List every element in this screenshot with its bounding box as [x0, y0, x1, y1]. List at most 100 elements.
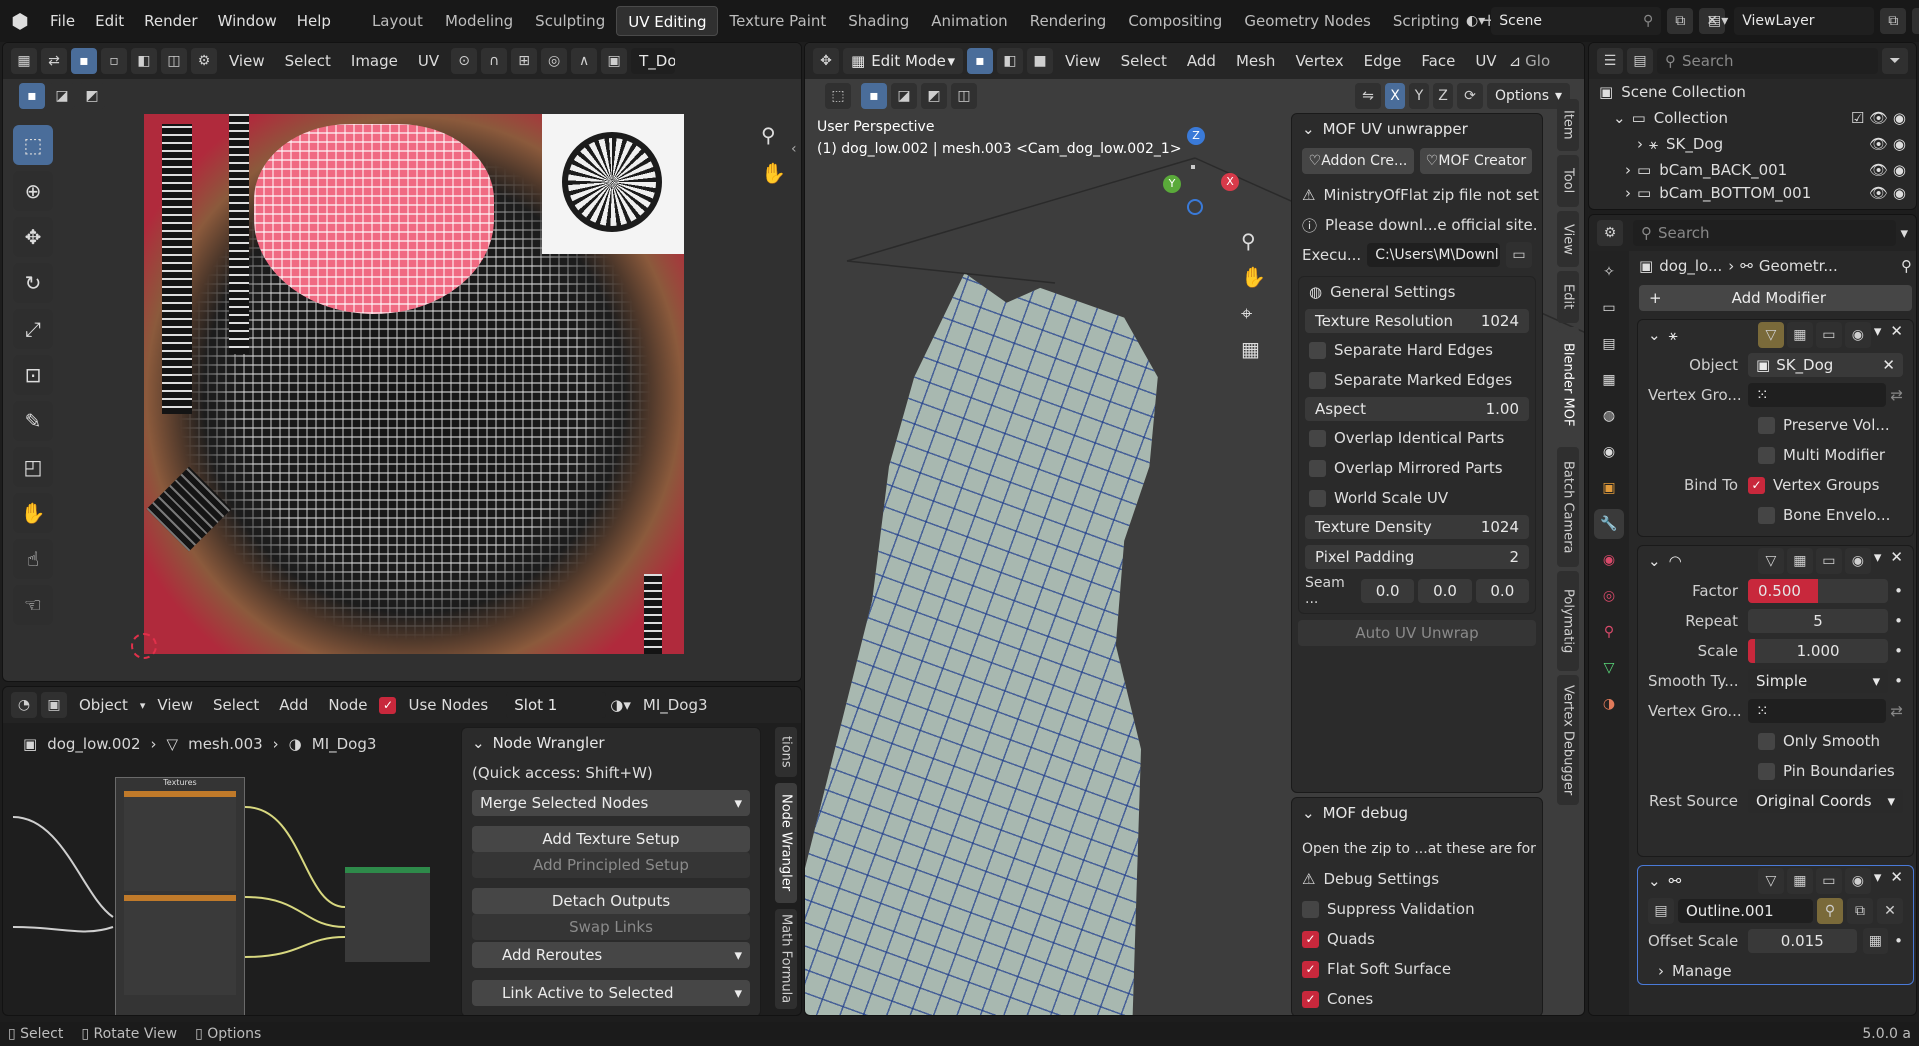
invert-icon-2[interactable]: ⇄	[1890, 702, 1903, 720]
smooth-modifier-header[interactable]: ⌄ ◠ ▽ ▦ ▭ ◉ ▾ ✕	[1638, 546, 1913, 576]
vp-grid-icon[interactable]: ▦	[1241, 337, 1260, 361]
gizmo-y-icon[interactable]: Y	[1163, 175, 1181, 193]
visibility-icon-2[interactable]: 👁 ◉	[1869, 161, 1906, 179]
face-select-icon[interactable]: ◧	[131, 48, 157, 74]
repeat-field[interactable]: 5	[1748, 609, 1889, 633]
outliner-row-bcam-back[interactable]: › ▭ bCam_BACK_001 👁 ◉	[1589, 157, 1916, 183]
node-menu-select[interactable]: Select	[205, 696, 267, 714]
tab-scripting[interactable]: Scripting	[1382, 6, 1471, 36]
bone-envelopes-checkbox[interactable]	[1758, 506, 1775, 524]
transform-tool-icon[interactable]: ⊡	[13, 355, 53, 395]
new-scene-icon[interactable]: ⧉	[1667, 8, 1694, 34]
vertex-groups-checkbox[interactable]: ✓	[1748, 476, 1765, 494]
overlap-mirrored-checkbox[interactable]	[1309, 459, 1326, 477]
material-name[interactable]: MI_Dog3	[635, 696, 716, 714]
2d-cursor-icon[interactable]	[131, 633, 157, 659]
render-icon-2[interactable]: ◉	[1844, 548, 1871, 574]
material-tab-icon[interactable]: ◑	[1594, 689, 1624, 719]
bone-envelopes-row[interactable]: Bone Envelo...	[1638, 500, 1913, 530]
output-tab-icon[interactable]: ▤	[1594, 329, 1624, 359]
visibility-icon-3[interactable]: 👁 ◉	[1869, 184, 1906, 202]
detach-outputs-button[interactable]: Detach Outputs	[472, 888, 750, 914]
editmode-icon-2[interactable]: ▦	[1786, 548, 1813, 574]
edit-cage-icon-2[interactable]: ▽	[1757, 548, 1784, 574]
select-new-icon[interactable]: ▪	[19, 83, 45, 109]
edit-cage-icon[interactable]: ▽	[1757, 322, 1784, 348]
tab-texture-paint[interactable]: Texture Paint	[718, 6, 837, 36]
material-icon[interactable]: ◑▾	[610, 696, 631, 714]
use-nodes-checkbox[interactable]: ✓	[379, 696, 397, 714]
vp-camera-icon[interactable]: ⌖	[1241, 301, 1252, 325]
overlap-identical-row[interactable]: Overlap Identical Parts	[1299, 423, 1535, 453]
3d-viewport[interactable]: ✥ ▦ Edit Mode ▾ ▪ ◧ ■ View Select Add Mesh…	[804, 42, 1585, 1016]
image-name-field[interactable]: T_Dog	[631, 48, 676, 74]
new-viewlayer-icon[interactable]: ⧉	[1880, 8, 1907, 34]
geonodes-menu-icon[interactable]: ▾	[1874, 868, 1882, 894]
sidebar-toggle-icon[interactable]: ‹	[791, 141, 797, 157]
pivot-icon[interactable]: ⊙	[451, 48, 478, 74]
suppress-validation-row[interactable]: Suppress Validation	[1292, 894, 1542, 924]
vertex-select-icon[interactable]: ▪	[71, 48, 97, 74]
keyframe-dot-icon-3[interactable]: •	[1894, 642, 1903, 660]
add-reroutes-dropdown[interactable]: Add Reroutes ▾	[472, 942, 750, 968]
mof-creator-button[interactable]: ♡ MOF Creator	[1420, 148, 1532, 174]
swap-links-button[interactable]: Swap Links	[472, 914, 750, 940]
uv-texture-image[interactable]	[144, 114, 684, 654]
tab-batch-camera[interactable]: Batch Camera	[1557, 447, 1579, 567]
smooth-close-icon[interactable]: ✕	[1890, 548, 1903, 574]
node-group-browse-icon[interactable]: ▤	[1648, 898, 1674, 924]
realtime-icon-2[interactable]: ▭	[1815, 548, 1842, 574]
tab-view[interactable]: View	[1557, 211, 1579, 267]
add-principled-setup-button[interactable]: Add Principled Setup	[472, 852, 750, 878]
edge-select-icon[interactable]: ▫	[101, 48, 127, 74]
editmode-icon[interactable]: ▦	[1786, 322, 1813, 348]
scale-tool-icon[interactable]: ⤢	[13, 309, 53, 349]
scene-tab-icon[interactable]: ◍	[1594, 401, 1624, 431]
fake-user-icon[interactable]: ⚲	[1817, 898, 1843, 924]
delete-viewlayer-icon[interactable]: ✕	[1912, 8, 1919, 34]
uv-menu-image[interactable]: Image	[343, 52, 406, 70]
world-scale-uv-checkbox[interactable]	[1309, 489, 1326, 507]
cursor-tool-icon[interactable]: ⊕	[13, 171, 53, 211]
armature-modifier-header[interactable]: ⌄ ⚹ ▽ ▦ ▭ ◉ ▾ ✕	[1638, 320, 1913, 350]
gizmo-x-icon[interactable]: X	[1221, 173, 1239, 191]
gizmo-neg-z-icon[interactable]	[1187, 199, 1203, 215]
tab-node-wrangler[interactable]: Node Wrangler	[775, 783, 797, 903]
editor-type-icon[interactable]: ▦	[11, 48, 37, 74]
seam-x-field[interactable]: 0.0	[1361, 579, 1415, 603]
vp-zoom-icon[interactable]: ⚲	[1241, 229, 1256, 253]
bind-to-row[interactable]: Bind To ✓ Vertex Groups	[1638, 470, 1913, 500]
pin-icon[interactable]: ⚲	[1643, 13, 1653, 29]
scene-field[interactable]: Scene ⚲	[1491, 7, 1662, 35]
blender-logo-icon[interactable]: ⬢	[0, 9, 40, 33]
manage-row[interactable]: › Manage	[1638, 956, 1913, 986]
tab-sculpting[interactable]: Sculpting	[524, 6, 616, 36]
chevron-down-icon-2[interactable]: ▾	[1900, 224, 1908, 242]
tab-layout[interactable]: Layout	[361, 6, 434, 36]
tab-polymatig[interactable]: Polymatig	[1557, 571, 1579, 671]
image-browse-icon[interactable]: ▣	[601, 48, 628, 74]
collection-checkbox-icon[interactable]: ☑ 👁 ◉	[1851, 109, 1906, 127]
uv-sync-icon[interactable]: ⇄	[41, 48, 67, 74]
annotate-tool-icon[interactable]: ✎	[13, 401, 53, 441]
particles-tab-icon[interactable]: ◉	[1594, 545, 1624, 575]
overlap-mirrored-row[interactable]: Overlap Mirrored Parts	[1299, 453, 1535, 483]
node-menu-node[interactable]: Node	[320, 696, 375, 714]
uv-menu-select[interactable]: Select	[277, 52, 339, 70]
armature-close-icon[interactable]: ✕	[1890, 322, 1903, 348]
node-wrangler-header[interactable]: ⌄ Node Wrangler	[462, 728, 760, 758]
island-select-icon[interactable]: ◫	[161, 48, 187, 74]
multi-modifier-row[interactable]: Multi Modifier	[1638, 440, 1913, 470]
tab-vertex-debugger[interactable]: Vertex Debugger	[1557, 675, 1579, 805]
tab-tions[interactable]: tions	[775, 727, 797, 777]
constraints-tab-icon[interactable]: ⚲	[1594, 617, 1624, 647]
tab-uv-editing[interactable]: UV Editing	[616, 6, 719, 36]
render-icon[interactable]: ◉	[1844, 322, 1871, 348]
keyframe-dot-icon-2[interactable]: •	[1894, 612, 1903, 630]
keyframe-dot-icon-5[interactable]: •	[1894, 932, 1903, 950]
tab-modeling[interactable]: Modeling	[434, 6, 524, 36]
tab-rendering[interactable]: Rendering	[1019, 6, 1118, 36]
menu-file[interactable]: File	[40, 12, 85, 30]
tab-item[interactable]: Item	[1557, 99, 1579, 151]
menu-render[interactable]: Render	[134, 12, 207, 30]
